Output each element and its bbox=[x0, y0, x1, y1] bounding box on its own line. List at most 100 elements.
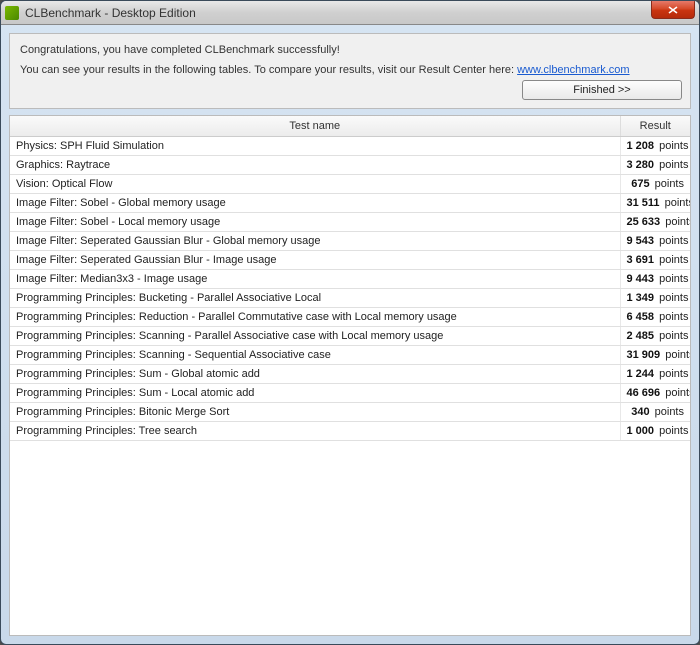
content-area: Congratulations, you have completed CLBe… bbox=[1, 25, 699, 644]
result-unit: points bbox=[656, 425, 688, 437]
result-value: 9 543 bbox=[627, 235, 655, 247]
table-row[interactable]: Programming Principles: Scanning - Seque… bbox=[10, 345, 690, 364]
result-cell: 1 244 points bbox=[620, 364, 690, 383]
close-icon bbox=[668, 6, 678, 14]
test-name-cell: Image Filter: Seperated Gaussian Blur - … bbox=[10, 250, 620, 269]
result-cell: 31 511 points bbox=[620, 193, 690, 212]
test-name-cell: Programming Principles: Reduction - Para… bbox=[10, 307, 620, 326]
result-unit: points bbox=[656, 330, 688, 342]
result-cell: 9 543 points bbox=[620, 231, 690, 250]
result-value: 2 485 bbox=[627, 330, 655, 342]
table-row[interactable]: Programming Principles: Reduction - Para… bbox=[10, 307, 690, 326]
table-row[interactable]: Programming Principles: Bucketing - Para… bbox=[10, 288, 690, 307]
table-row[interactable]: Image Filter: Seperated Gaussian Blur - … bbox=[10, 231, 690, 250]
test-name-cell: Image Filter: Sobel - Local memory usage bbox=[10, 212, 620, 231]
test-name-cell: Programming Principles: Scanning - Seque… bbox=[10, 345, 620, 364]
result-unit: points bbox=[656, 292, 688, 304]
result-value: 31 909 bbox=[627, 349, 661, 361]
test-name-cell: Image Filter: Seperated Gaussian Blur - … bbox=[10, 231, 620, 250]
result-cell: 1 000 points bbox=[620, 421, 690, 440]
table-row[interactable]: Programming Principles: Bitonic Merge So… bbox=[10, 402, 690, 421]
table-row[interactable]: Programming Principles: Sum - Local atom… bbox=[10, 383, 690, 402]
table-row[interactable]: Programming Principles: Scanning - Paral… bbox=[10, 326, 690, 345]
table-row[interactable]: Image Filter: Median3x3 - Image usage9 4… bbox=[10, 269, 690, 288]
table-row[interactable]: Graphics: Raytrace3 280 points bbox=[10, 155, 690, 174]
result-value: 1 000 bbox=[627, 425, 655, 437]
result-unit: points bbox=[652, 406, 684, 418]
app-icon bbox=[5, 6, 19, 20]
table-row[interactable]: Vision: Optical Flow675 points bbox=[10, 174, 690, 193]
result-value: 340 bbox=[631, 406, 649, 418]
result-value: 31 511 bbox=[627, 197, 660, 209]
table-row[interactable]: Image Filter: Sobel - Local memory usage… bbox=[10, 212, 690, 231]
table-row[interactable]: Programming Principles: Sum - Global ato… bbox=[10, 364, 690, 383]
result-unit: points bbox=[662, 349, 690, 361]
result-cell: 6 458 points bbox=[620, 307, 690, 326]
test-name-cell: Programming Principles: Bitonic Merge So… bbox=[10, 402, 620, 421]
result-unit: points bbox=[656, 235, 688, 247]
close-button[interactable] bbox=[651, 1, 695, 19]
result-value: 1 208 bbox=[627, 140, 655, 152]
result-value: 6 458 bbox=[627, 311, 655, 323]
finished-button[interactable]: Finished >> bbox=[522, 80, 682, 100]
table-row[interactable]: Programming Principles: Tree search1 000… bbox=[10, 421, 690, 440]
table-row[interactable]: Image Filter: Seperated Gaussian Blur - … bbox=[10, 250, 690, 269]
result-cell: 340 points bbox=[620, 402, 690, 421]
result-value: 25 633 bbox=[627, 216, 661, 228]
titlebar[interactable]: CLBenchmark - Desktop Edition bbox=[1, 1, 699, 25]
result-cell: 31 909 points bbox=[620, 345, 690, 364]
test-name-cell: Image Filter: Sobel - Global memory usag… bbox=[10, 193, 620, 212]
test-name-cell: Image Filter: Median3x3 - Image usage bbox=[10, 269, 620, 288]
result-value: 1 349 bbox=[627, 292, 655, 304]
result-cell: 3 280 points bbox=[620, 155, 690, 174]
result-unit: points bbox=[656, 159, 688, 171]
table-row[interactable]: Image Filter: Sobel - Global memory usag… bbox=[10, 193, 690, 212]
app-window: CLBenchmark - Desktop Edition Congratula… bbox=[0, 0, 700, 645]
test-name-cell: Programming Principles: Bucketing - Para… bbox=[10, 288, 620, 307]
test-name-cell: Graphics: Raytrace bbox=[10, 155, 620, 174]
result-cell: 675 points bbox=[620, 174, 690, 193]
result-value: 3 280 bbox=[627, 159, 655, 171]
result-value: 1 244 bbox=[627, 368, 655, 380]
result-unit: points bbox=[656, 140, 688, 152]
window-controls bbox=[651, 1, 699, 19]
result-unit: points bbox=[652, 178, 684, 190]
table-header-row: Test name Result bbox=[10, 116, 690, 136]
info-panel: Congratulations, you have completed CLBe… bbox=[9, 33, 691, 109]
test-name-cell: Programming Principles: Sum - Local atom… bbox=[10, 383, 620, 402]
result-cell: 9 443 points bbox=[620, 269, 690, 288]
result-unit: points bbox=[662, 216, 690, 228]
result-value: 46 696 bbox=[627, 387, 661, 399]
result-unit: points bbox=[662, 197, 690, 209]
result-cell: 3 691 points bbox=[620, 250, 690, 269]
result-center-link[interactable]: www.clbenchmark.com bbox=[517, 64, 629, 76]
result-value: 9 443 bbox=[627, 273, 655, 285]
result-cell: 25 633 points bbox=[620, 212, 690, 231]
result-cell: 1 208 points bbox=[620, 136, 690, 155]
result-unit: points bbox=[656, 273, 688, 285]
test-name-cell: Programming Principles: Sum - Global ato… bbox=[10, 364, 620, 383]
result-unit: points bbox=[656, 254, 688, 266]
result-cell: 1 349 points bbox=[620, 288, 690, 307]
results-table-container: Test name Result Physics: SPH Fluid Simu… bbox=[9, 115, 691, 636]
test-name-cell: Programming Principles: Tree search bbox=[10, 421, 620, 440]
test-name-cell: Vision: Optical Flow bbox=[10, 174, 620, 193]
results-text: You can see your results in the followin… bbox=[20, 64, 680, 76]
table-row[interactable]: Physics: SPH Fluid Simulation1 208 point… bbox=[10, 136, 690, 155]
result-unit: points bbox=[656, 368, 688, 380]
results-table: Test name Result Physics: SPH Fluid Simu… bbox=[10, 116, 690, 441]
header-test-name[interactable]: Test name bbox=[10, 116, 620, 136]
result-cell: 2 485 points bbox=[620, 326, 690, 345]
results-prefix: You can see your results in the followin… bbox=[20, 64, 517, 76]
test-name-cell: Physics: SPH Fluid Simulation bbox=[10, 136, 620, 155]
result-cell: 46 696 points bbox=[620, 383, 690, 402]
header-result[interactable]: Result bbox=[620, 116, 690, 136]
test-name-cell: Programming Principles: Scanning - Paral… bbox=[10, 326, 620, 345]
congrats-text: Congratulations, you have completed CLBe… bbox=[20, 44, 680, 56]
result-value: 3 691 bbox=[627, 254, 655, 266]
result-unit: points bbox=[656, 311, 688, 323]
result-value: 675 bbox=[631, 178, 649, 190]
result-unit: points bbox=[662, 387, 690, 399]
table-empty-area bbox=[10, 441, 690, 636]
window-title: CLBenchmark - Desktop Edition bbox=[25, 6, 695, 20]
